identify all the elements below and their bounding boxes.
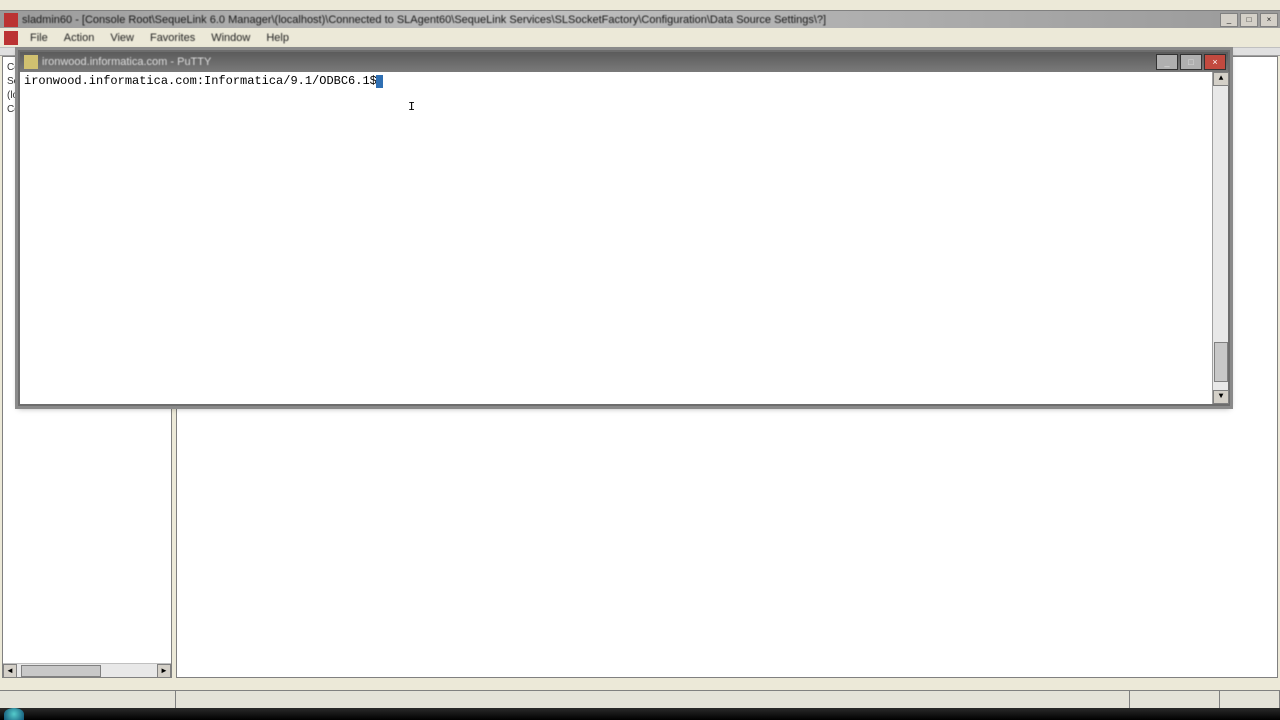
status-cell (1130, 691, 1220, 708)
terminal-titlebar[interactable]: ironwood.informatica.com - PuTTY _ □ × (20, 52, 1228, 72)
status-cell (176, 691, 1130, 708)
terminal-text[interactable]: ironwood.informatica.com:Informatica/9.1… (20, 72, 1228, 90)
status-cell (0, 691, 176, 708)
scroll-left-arrow-icon[interactable]: ◄ (3, 664, 17, 678)
start-button[interactable] (4, 708, 24, 720)
taskbar[interactable] (0, 708, 1280, 720)
terminal-vertical-scrollbar[interactable]: ▲ ▼ (1212, 72, 1228, 404)
menu-view[interactable]: View (102, 30, 142, 46)
terminal-cursor (376, 75, 383, 88)
outer-close-button[interactable]: × (1260, 13, 1278, 27)
menu-action[interactable]: Action (56, 30, 103, 46)
status-bar (0, 690, 1280, 708)
menu-bar: File Action View Favorites Window Help (0, 28, 1280, 48)
tree-horizontal-scrollbar[interactable]: ◄ ► (3, 663, 171, 677)
status-cell (1220, 691, 1280, 708)
scroll-thumb[interactable] (21, 665, 101, 677)
outer-titlebar[interactable]: sladmin60 - [Console Root\SequeLink 6.0 … (0, 11, 1280, 29)
scroll-thumb[interactable] (1214, 342, 1228, 382)
terminal-prompt: ironwood.informatica.com:Informatica/9.1… (24, 74, 377, 88)
terminal-session-icon (24, 55, 38, 69)
menu-app-icon (4, 31, 18, 45)
menu-help[interactable]: Help (258, 30, 297, 46)
terminal-close-button[interactable]: × (1204, 54, 1226, 70)
scroll-up-arrow-icon[interactable]: ▲ (1213, 72, 1229, 86)
terminal-title-text: ironwood.informatica.com - PuTTY (42, 56, 1154, 68)
terminal-window[interactable]: ironwood.informatica.com - PuTTY _ □ × i… (18, 50, 1230, 406)
terminal-minimize-button[interactable]: _ (1156, 54, 1178, 70)
outer-maximize-button[interactable]: □ (1240, 13, 1258, 27)
terminal-area[interactable]: ironwood.informatica.com:Informatica/9.1… (20, 72, 1228, 404)
outer-minimize-button[interactable]: _ (1220, 13, 1238, 27)
menu-file[interactable]: File (22, 30, 56, 46)
terminal-maximize-button[interactable]: □ (1180, 54, 1202, 70)
outer-title-text: sladmin60 - [Console Root\SequeLink 6.0 … (22, 14, 1218, 26)
scroll-right-arrow-icon[interactable]: ► (157, 664, 171, 678)
menu-favorites[interactable]: Favorites (142, 30, 203, 46)
app-icon (4, 13, 18, 27)
menu-window[interactable]: Window (203, 30, 258, 46)
text-caret-icon: I (408, 100, 415, 114)
scroll-down-arrow-icon[interactable]: ▼ (1213, 390, 1229, 404)
